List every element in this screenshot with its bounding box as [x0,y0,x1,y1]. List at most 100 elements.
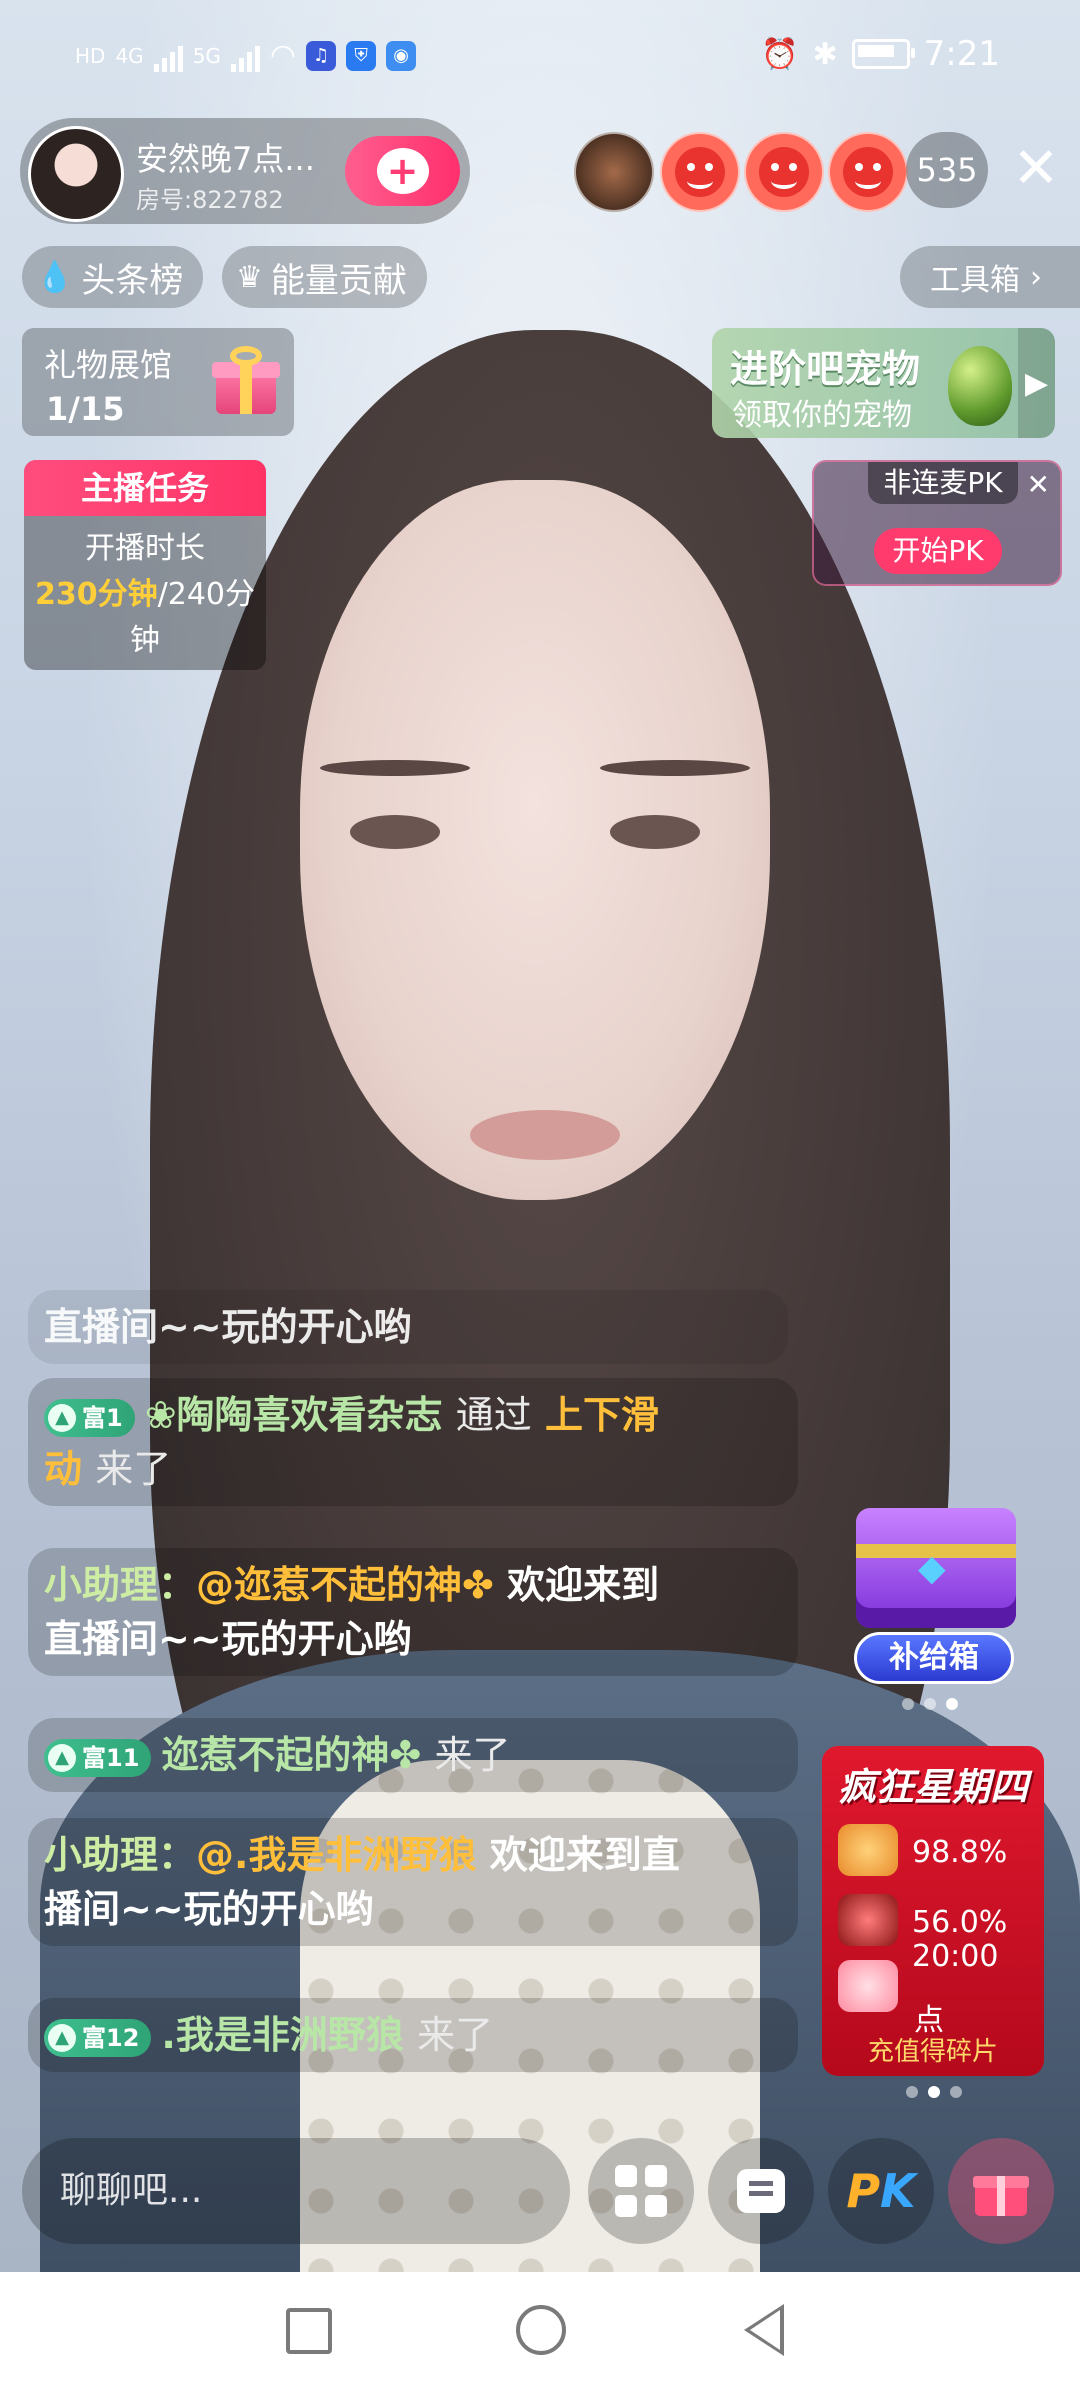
recents-button[interactable] [286,2308,332,2354]
4g-label: 4G [115,43,144,68]
video-brow-right [600,760,750,776]
viewer-avatar[interactable] [574,132,654,212]
close-icon[interactable]: ✕ [1005,138,1067,200]
task-total: /240分 [157,577,255,612]
smiley-avatar-icon [675,147,725,197]
system-nav-bar [0,2272,1080,2388]
bluetooth-icon: ✱ [812,36,838,72]
energy-contribution-label: 能量贡献 [270,260,407,301]
chat-message[interactable]: ▲ 富11 迩惹不起的神✤ 来了 [28,1718,798,1792]
supply-box-button[interactable]: 补给箱 [854,1632,1014,1684]
chevron-right-icon: › [1030,259,1042,295]
task-progress: 230分钟 [35,577,158,612]
more-apps-button[interactable] [588,2138,694,2244]
pet-banner-title: 进阶吧宠物 [730,347,921,391]
chat-tail: 来了 [417,2013,494,2057]
pet-egg-icon [948,346,1012,426]
pk-button[interactable]: PK [828,2138,934,2244]
pk-card-label: 非连麦PK [868,462,1018,504]
pk-card[interactable]: 非连麦PK ✕ 开始PK [812,460,1062,586]
pet-banner[interactable]: 进阶吧宠物 领取你的宠物 ▶ [712,328,1055,438]
chat-fragment-text: 直播间~~玩的开心哟 [44,1305,412,1349]
signal-icon-2 [230,40,260,72]
chat-tail: 来了 [95,1447,172,1491]
gift-icon [973,2166,1029,2216]
headline-rank-button[interactable]: 💧 头条榜 [22,246,204,308]
pk-k: K [880,2164,916,2218]
chat-tail: 来了 [434,1733,511,1777]
chat-text-2: 直播间~~玩的开心哟 [44,1617,412,1661]
energy-contribution-button[interactable]: ♛ 能量贡献 [222,246,427,308]
promo-row-1: 98.8% [912,1835,1008,1870]
wealth-badge: ▲ 富12 [44,2018,152,2057]
carousel-dots [902,1698,958,1710]
video-lips [470,1110,620,1160]
start-pk-button[interactable]: 开始PK [874,528,1002,574]
smiley-avatar-icon [843,147,893,197]
host-name: 安然晚7点... [136,140,315,178]
host-task-card[interactable]: 主播任务 开播时长 230分钟/240分 钟 [24,460,266,670]
chat-username[interactable]: .我是非洲野狼 [161,2013,403,2057]
wealth-level-icon: ▲ [48,2023,76,2052]
signal-icon [153,40,183,72]
car-icon [838,1894,898,1946]
clock: 7:21 [923,34,1000,74]
gift-button[interactable] [948,2138,1054,2244]
message-button[interactable] [708,2138,814,2244]
viewer-avatar[interactable] [660,132,740,212]
promo-row-3: 20:00 [912,1939,999,1974]
home-button[interactable] [516,2305,566,2355]
host-info-pill[interactable]: 安然晚7点... 房号:822782 + [20,118,470,224]
wealth-badge: ▲ 富11 [44,1738,152,1777]
chat-via: 通过 [455,1393,532,1437]
play-arrow-icon[interactable]: ▶ [1018,328,1055,438]
gift-gallery-title: 礼物展馆 [44,346,173,384]
headline-rank-label: 头条榜 [81,260,184,301]
cake-icon [838,1960,898,2012]
chat-input[interactable]: 聊聊吧... [22,2138,570,2244]
droplet-icon: 💧 [36,259,74,295]
gift-gallery-card[interactable]: 礼物展馆 1/15 [22,328,294,436]
pet-banner-subtitle: 领取你的宠物 [732,398,912,433]
toolbox-button[interactable]: 工具箱 › [900,246,1080,308]
chat-mention[interactable]: @迩惹不起的神✤ [196,1563,494,1607]
room-number: 房号:822782 [136,186,284,214]
chat-message[interactable]: 小助理：@迩惹不起的神✤ 欢迎来到 直播间~~玩的开心哟 [28,1548,798,1676]
carousel-dots [906,2086,962,2098]
chat-text-2: 播间~~玩的开心哟 [44,1887,374,1931]
viewer-avatar[interactable] [744,132,824,212]
heart-plus-icon: + [376,148,429,194]
viewer-count[interactable]: 535 [906,132,988,208]
pk-icon: PK [846,2164,915,2218]
crazy-thursday-promo[interactable]: 疯狂星期四 98.8% 56.0% 20:00 点 充值得碎片 [822,1746,1044,2076]
chat-message-fragment: 直播间~~玩的开心哟 [28,1290,788,1364]
back-button[interactable] [744,2304,784,2356]
status-right: ⏰ ✱ 7:21 [761,34,1000,74]
browser-app-icon: ◉ [386,40,417,71]
follow-button[interactable]: + [345,136,460,206]
chat-username[interactable]: 迩惹不起的神✤ [161,1733,421,1777]
chat-username[interactable]: ❀陶陶喜欢看杂志 [145,1393,443,1437]
music-app-icon: ♫ [306,40,337,71]
wealth-badge: ▲ 富1 [44,1398,135,1437]
promo-footer: 充值得碎片 [867,2037,998,2067]
chat-mention[interactable]: @.我是非洲野狼 [196,1833,476,1877]
hd-label: HD [75,43,106,68]
treasure-chest-icon [856,1508,1016,1628]
close-icon[interactable]: ✕ [1027,468,1050,501]
status-left: HD 4G 5G ◠ ♫ ⛨ ◉ [75,38,417,73]
task-progress-line: 230分钟/240分 [34,572,256,618]
gift-box-icon [212,344,280,416]
video-brow-left [320,760,470,776]
badge-level: 富12 [82,2023,140,2052]
chat-message[interactable]: 小助理：@.我是非洲野狼 欢迎来到直 播间~~玩的开心哟 [28,1818,798,1946]
alarm-icon: ⏰ [761,36,799,72]
supply-box-widget[interactable]: 补给箱 [848,1508,1018,1688]
status-bar: HD 4G 5G ◠ ♫ ⛨ ◉ ⏰ ✱ 7:21 [0,30,1080,100]
chat-message[interactable]: ▲ 富12 .我是非洲野狼 来了 [28,1998,798,2072]
gift-gallery-count: 1/15 [46,390,125,428]
chat-message[interactable]: ▲ 富1 ❀陶陶喜欢看杂志 通过 上下滑 动 来了 [28,1378,798,1506]
host-avatar[interactable] [28,126,124,222]
viewer-avatar[interactable] [828,132,908,212]
shield-app-icon: ⛨ [346,40,377,71]
